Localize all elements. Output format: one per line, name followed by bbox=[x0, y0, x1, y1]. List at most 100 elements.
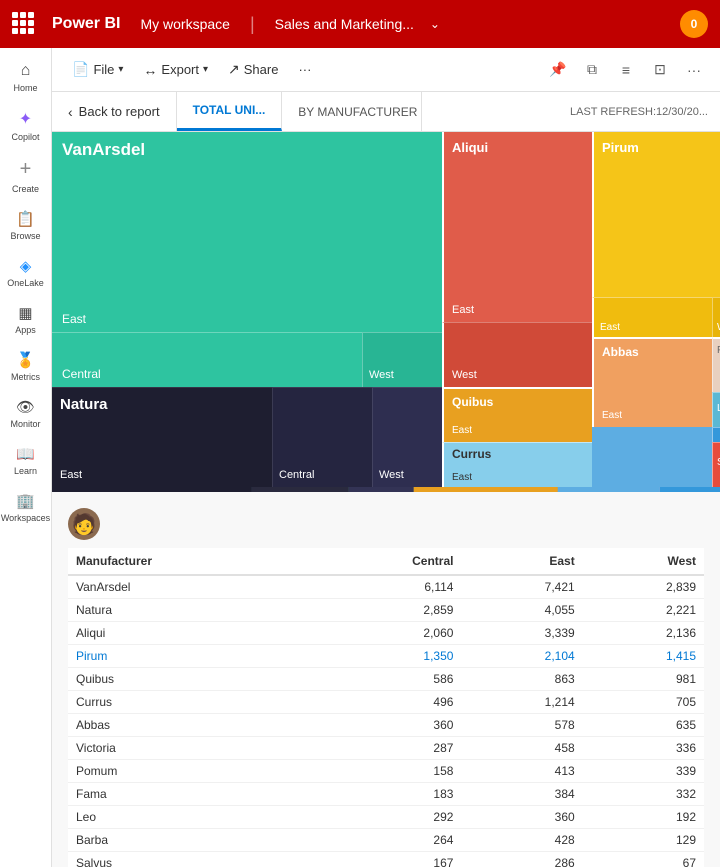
tab-by-manufacturer-label: BY MANUFACTURER ... bbox=[298, 105, 422, 119]
sidebar-item-home[interactable]: ⌂ Home bbox=[2, 56, 50, 99]
aliqui-east-label: East bbox=[452, 304, 474, 316]
table-row[interactable]: Barba 264 428 129 bbox=[68, 829, 704, 852]
user-avatar[interactable]: 0 bbox=[680, 10, 708, 38]
cell-central: 2,060 bbox=[310, 622, 461, 645]
manufacturer-data-table: Manufacturer Central East West VanArsdel… bbox=[68, 548, 704, 867]
tab-by-manufacturer[interactable]: BY MANUFACTURER ... bbox=[282, 92, 422, 131]
cell-west: 332 bbox=[583, 783, 704, 806]
copy-icon[interactable]: ⧉ bbox=[578, 56, 606, 84]
export-button[interactable]: ↔ Export ▾ bbox=[135, 58, 216, 82]
table-row[interactable]: Aliqui 2,060 3,339 2,136 bbox=[68, 622, 704, 645]
share-icon: ↗ bbox=[228, 61, 240, 78]
table-row[interactable]: Leo 292 360 192 bbox=[68, 806, 704, 829]
sidebar-item-browse[interactable]: 📋 Browse bbox=[2, 204, 50, 247]
sidebar-item-workspaces[interactable]: 🏢 Workspaces bbox=[2, 486, 50, 529]
table-row[interactable]: Natura 2,859 4,055 2,221 bbox=[68, 599, 704, 622]
col-header-central: Central bbox=[310, 548, 461, 575]
treemap-vanarsdel-east[interactable]: VanArsdel East bbox=[52, 132, 442, 332]
share-label: Share bbox=[244, 62, 279, 77]
treemap-visualization[interactable]: VanArsdel East Central West Natura East bbox=[52, 132, 720, 492]
sidebar-item-learn[interactable]: 📖 Learn bbox=[2, 439, 50, 482]
waffle-menu-icon[interactable] bbox=[12, 12, 36, 36]
sidebar-item-copilot[interactable]: ✦ Copilot bbox=[2, 103, 50, 148]
sidebar-item-onelake[interactable]: ◈ OneLake bbox=[2, 251, 50, 294]
top-navigation: Power BI My workspace | Sales and Market… bbox=[0, 0, 720, 48]
pin-icon[interactable]: 📌 bbox=[544, 56, 572, 84]
monitor-icon: 👁 bbox=[16, 398, 35, 416]
cell-west: 339 bbox=[583, 760, 704, 783]
back-to-report-button[interactable]: ‹ Back to report bbox=[52, 92, 177, 131]
table-row[interactable]: Abbas 360 578 635 bbox=[68, 714, 704, 737]
cell-manufacturer: Salvus bbox=[68, 852, 310, 867]
table-row[interactable]: Pirum 1,350 2,104 1,415 bbox=[68, 645, 704, 668]
abbas-label: Abbas bbox=[602, 345, 639, 359]
report-name[interactable]: Sales and Marketing... bbox=[275, 16, 414, 32]
table-row[interactable]: VanArsdel 6,114 7,421 2,839 bbox=[68, 575, 704, 599]
treemap-pirum-west[interactable]: West bbox=[712, 297, 720, 337]
treemap-pirum-east[interactable]: East bbox=[592, 297, 712, 337]
treemap-abbas[interactable]: Abbas East bbox=[592, 337, 712, 427]
cell-west: 192 bbox=[583, 806, 704, 829]
cell-manufacturer: Fama bbox=[68, 783, 310, 806]
copilot-icon: ✦ bbox=[19, 109, 32, 129]
table-row[interactable]: Pomum 158 413 339 bbox=[68, 760, 704, 783]
treemap-quibus[interactable]: Quibus East bbox=[442, 387, 592, 442]
apps-icon: ▦ bbox=[18, 304, 32, 322]
file-button[interactable]: 📄 File ▾ bbox=[64, 57, 131, 82]
cell-east: 863 bbox=[461, 668, 582, 691]
natura-west-label: West bbox=[379, 469, 404, 481]
sidebar-label-home: Home bbox=[13, 83, 37, 93]
share-button[interactable]: ↗ Share bbox=[220, 57, 286, 82]
metrics-icon: 🏅 bbox=[16, 351, 35, 369]
table-row[interactable]: Quibus 586 863 981 bbox=[68, 668, 704, 691]
treemap-pirum[interactable]: Pirum bbox=[592, 132, 720, 297]
data-table-section: 🧑 Manufacturer Central East West VanArsd… bbox=[52, 492, 720, 867]
vanarsdel-west-label: West bbox=[369, 369, 394, 381]
more-button[interactable]: ··· bbox=[290, 58, 319, 81]
treemap-fama[interactable]: Farna bbox=[712, 337, 720, 392]
abbas-east-label: East bbox=[602, 410, 622, 421]
sidebar-label-learn: Learn bbox=[14, 466, 37, 476]
filter-icon[interactable]: ≡ bbox=[612, 56, 640, 84]
tabbar: ‹ Back to report TOTAL UNI... BY MANUFAC… bbox=[52, 92, 720, 132]
treemap-aliqui-west[interactable]: West bbox=[442, 322, 592, 387]
table-header-row: Manufacturer Central East West bbox=[68, 548, 704, 575]
treemap-natura-west[interactable]: West bbox=[372, 387, 442, 487]
treemap-leo[interactable]: Leo bbox=[712, 392, 720, 427]
sidebar-item-create[interactable]: + Create bbox=[2, 152, 50, 200]
file-label: File bbox=[93, 62, 114, 77]
table-row[interactable]: Victoria 287 458 336 bbox=[68, 737, 704, 760]
report-chevron-icon[interactable]: ⌄ bbox=[430, 17, 440, 31]
table-row[interactable]: Currus 496 1,214 705 bbox=[68, 691, 704, 714]
onelake-icon: ◈ bbox=[20, 257, 32, 275]
focus-icon[interactable]: ⊡ bbox=[646, 56, 674, 84]
treemap-salvus[interactable]: Salvus bbox=[712, 442, 720, 487]
sidebar-item-metrics[interactable]: 🏅 Metrics bbox=[2, 345, 50, 388]
sidebar-item-monitor[interactable]: 👁 Monitor bbox=[2, 392, 50, 435]
treemap-pomum-overlay bbox=[592, 427, 712, 487]
cell-west: 2,221 bbox=[583, 599, 704, 622]
toolbar: 📄 File ▾ ↔ Export ▾ ↗ Share ··· 📌 ⧉ ≡ ⊡ bbox=[52, 48, 720, 92]
tab-total-units[interactable]: TOTAL UNI... bbox=[177, 92, 283, 131]
main-content: 📄 File ▾ ↔ Export ▾ ↗ Share ··· 📌 ⧉ ≡ ⊡ bbox=[52, 48, 720, 867]
table-row[interactable]: Salvus 167 286 67 bbox=[68, 852, 704, 867]
treemap-natura[interactable]: Natura East bbox=[52, 387, 272, 487]
aliqui-label: Aliqui bbox=[452, 140, 488, 155]
sidebar-item-apps[interactable]: ▦ Apps bbox=[2, 298, 50, 341]
currus-label: Currus bbox=[452, 447, 491, 461]
treemap-vanarsdel-west[interactable]: West bbox=[362, 332, 442, 387]
cell-central: 292 bbox=[310, 806, 461, 829]
main-layout: ⌂ Home ✦ Copilot + Create 📋 Browse ◈ One… bbox=[0, 48, 720, 867]
cell-manufacturer: Barba bbox=[68, 829, 310, 852]
treemap-natura-central[interactable]: Central bbox=[272, 387, 372, 487]
aliqui-west-label: West bbox=[452, 369, 477, 381]
table-row[interactable]: Fama 183 384 332 bbox=[68, 783, 704, 806]
col-header-east: East bbox=[461, 548, 582, 575]
treemap-currus[interactable]: Currus East bbox=[442, 442, 592, 487]
treemap-aliqui[interactable]: Aliqui East bbox=[442, 132, 592, 322]
treemap-vanarsdel-central[interactable]: Central bbox=[52, 332, 362, 387]
cell-manufacturer: Aliqui bbox=[68, 622, 310, 645]
cell-east: 286 bbox=[461, 852, 582, 867]
toolbar-more-icon[interactable]: ··· bbox=[680, 56, 708, 84]
workspace-name[interactable]: My workspace bbox=[140, 16, 229, 32]
